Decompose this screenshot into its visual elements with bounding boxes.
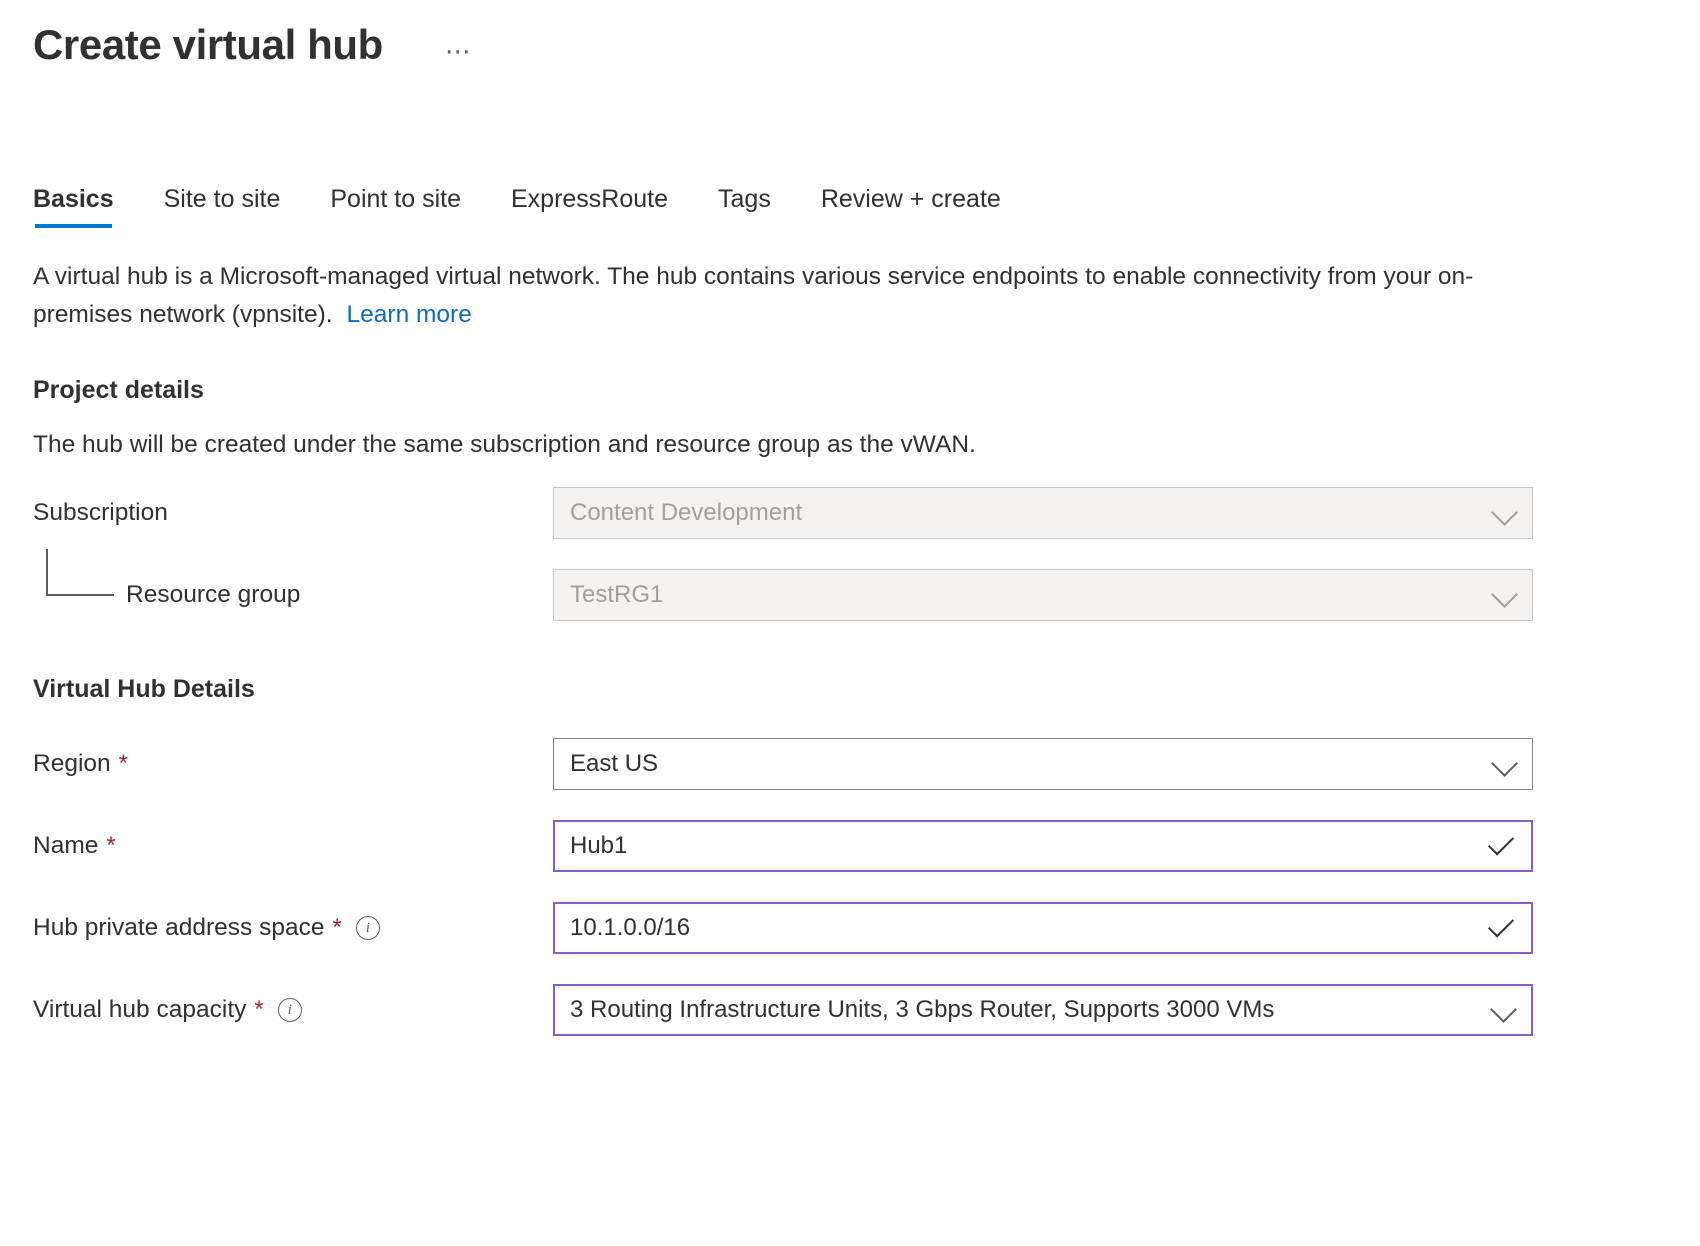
subscription-dropdown[interactable]: Content Development [553,487,1533,539]
chevron-down-icon [1491,750,1518,777]
virtual-hub-details-form: Region * East US Name * Hub1 Hub private… [33,738,1700,1036]
hub-private-address-space-input[interactable]: 10.1.0.0/16 [553,902,1533,954]
checkmark-icon [1488,911,1514,937]
form-row-name: Name * Hub1 [33,820,1700,872]
tab-basics[interactable]: Basics [33,185,114,228]
resource-group-value: TestRG1 [570,581,663,609]
info-icon[interactable]: i [356,916,380,940]
more-options-icon[interactable]: ⋯ [445,46,473,56]
form-row-resource-group: Resource group TestRG1 [33,569,1700,621]
create-virtual-hub-blade: Create virtual hub ⋯ Basics Site to site… [0,0,1700,1246]
tab-tags[interactable]: Tags [718,185,771,228]
form-row-hub-private-address-space: Hub private address space * i 10.1.0.0/1… [33,902,1700,954]
page-title: Create virtual hub [33,24,383,66]
form-row-subscription: Subscription Content Development [33,487,1700,539]
tab-bar: Basics Site to site Point to site Expres… [33,182,1700,228]
blade-header: Create virtual hub ⋯ [33,0,1700,72]
virtual-hub-capacity-required-marker: * [254,998,263,1022]
resource-group-label: Resource group [33,581,553,609]
virtual-hub-details-heading: Virtual Hub Details [33,675,1700,704]
name-required-marker: * [106,834,115,858]
virtual-hub-capacity-label-text: Virtual hub capacity [33,996,246,1024]
hub-private-address-space-required-marker: * [332,916,341,940]
hub-private-address-space-value: 10.1.0.0/16 [570,914,690,942]
intro-text: A virtual hub is a Microsoft-managed vir… [33,258,1533,334]
virtual-hub-capacity-value: 3 Routing Infrastructure Units, 3 Gbps R… [570,996,1274,1024]
region-value: East US [570,750,658,778]
virtual-hub-capacity-label: Virtual hub capacity * i [33,996,553,1024]
info-icon[interactable]: i [278,998,302,1022]
project-details-form: Subscription Content Development Resourc… [33,487,1700,621]
chevron-down-icon [1491,499,1518,526]
form-row-virtual-hub-capacity: Virtual hub capacity * i 3 Routing Infra… [33,984,1700,1036]
hub-private-address-space-label: Hub private address space * i [33,914,553,942]
name-value: Hub1 [570,832,627,860]
region-label-text: Region [33,750,111,778]
resource-group-dropdown[interactable]: TestRG1 [553,569,1533,621]
hub-private-address-space-label-text: Hub private address space [33,914,324,942]
virtual-hub-capacity-dropdown[interactable]: 3 Routing Infrastructure Units, 3 Gbps R… [553,984,1533,1036]
intro-description: A virtual hub is a Microsoft-managed vir… [33,263,1473,328]
region-label: Region * [33,750,553,778]
tab-review-create[interactable]: Review + create [821,185,1001,228]
form-row-region: Region * East US [33,738,1700,790]
chevron-down-icon [1491,581,1518,608]
project-details-description: The hub will be created under the same s… [33,431,1700,459]
tab-site-to-site[interactable]: Site to site [164,185,281,228]
tree-connector-line [46,549,114,596]
tab-point-to-site[interactable]: Point to site [330,185,461,228]
name-label: Name * [33,832,553,860]
project-details-heading: Project details [33,376,1700,405]
resource-group-label-text: Resource group [126,581,300,609]
region-required-marker: * [119,752,128,776]
region-dropdown[interactable]: East US [553,738,1533,790]
checkmark-icon [1488,829,1514,855]
name-input[interactable]: Hub1 [553,820,1533,872]
subscription-value: Content Development [570,499,802,527]
learn-more-link[interactable]: Learn more [347,301,472,328]
subscription-label: Subscription [33,499,553,527]
tab-expressroute[interactable]: ExpressRoute [511,185,668,228]
subscription-label-text: Subscription [33,499,168,527]
chevron-down-icon [1490,996,1517,1023]
name-label-text: Name [33,832,98,860]
